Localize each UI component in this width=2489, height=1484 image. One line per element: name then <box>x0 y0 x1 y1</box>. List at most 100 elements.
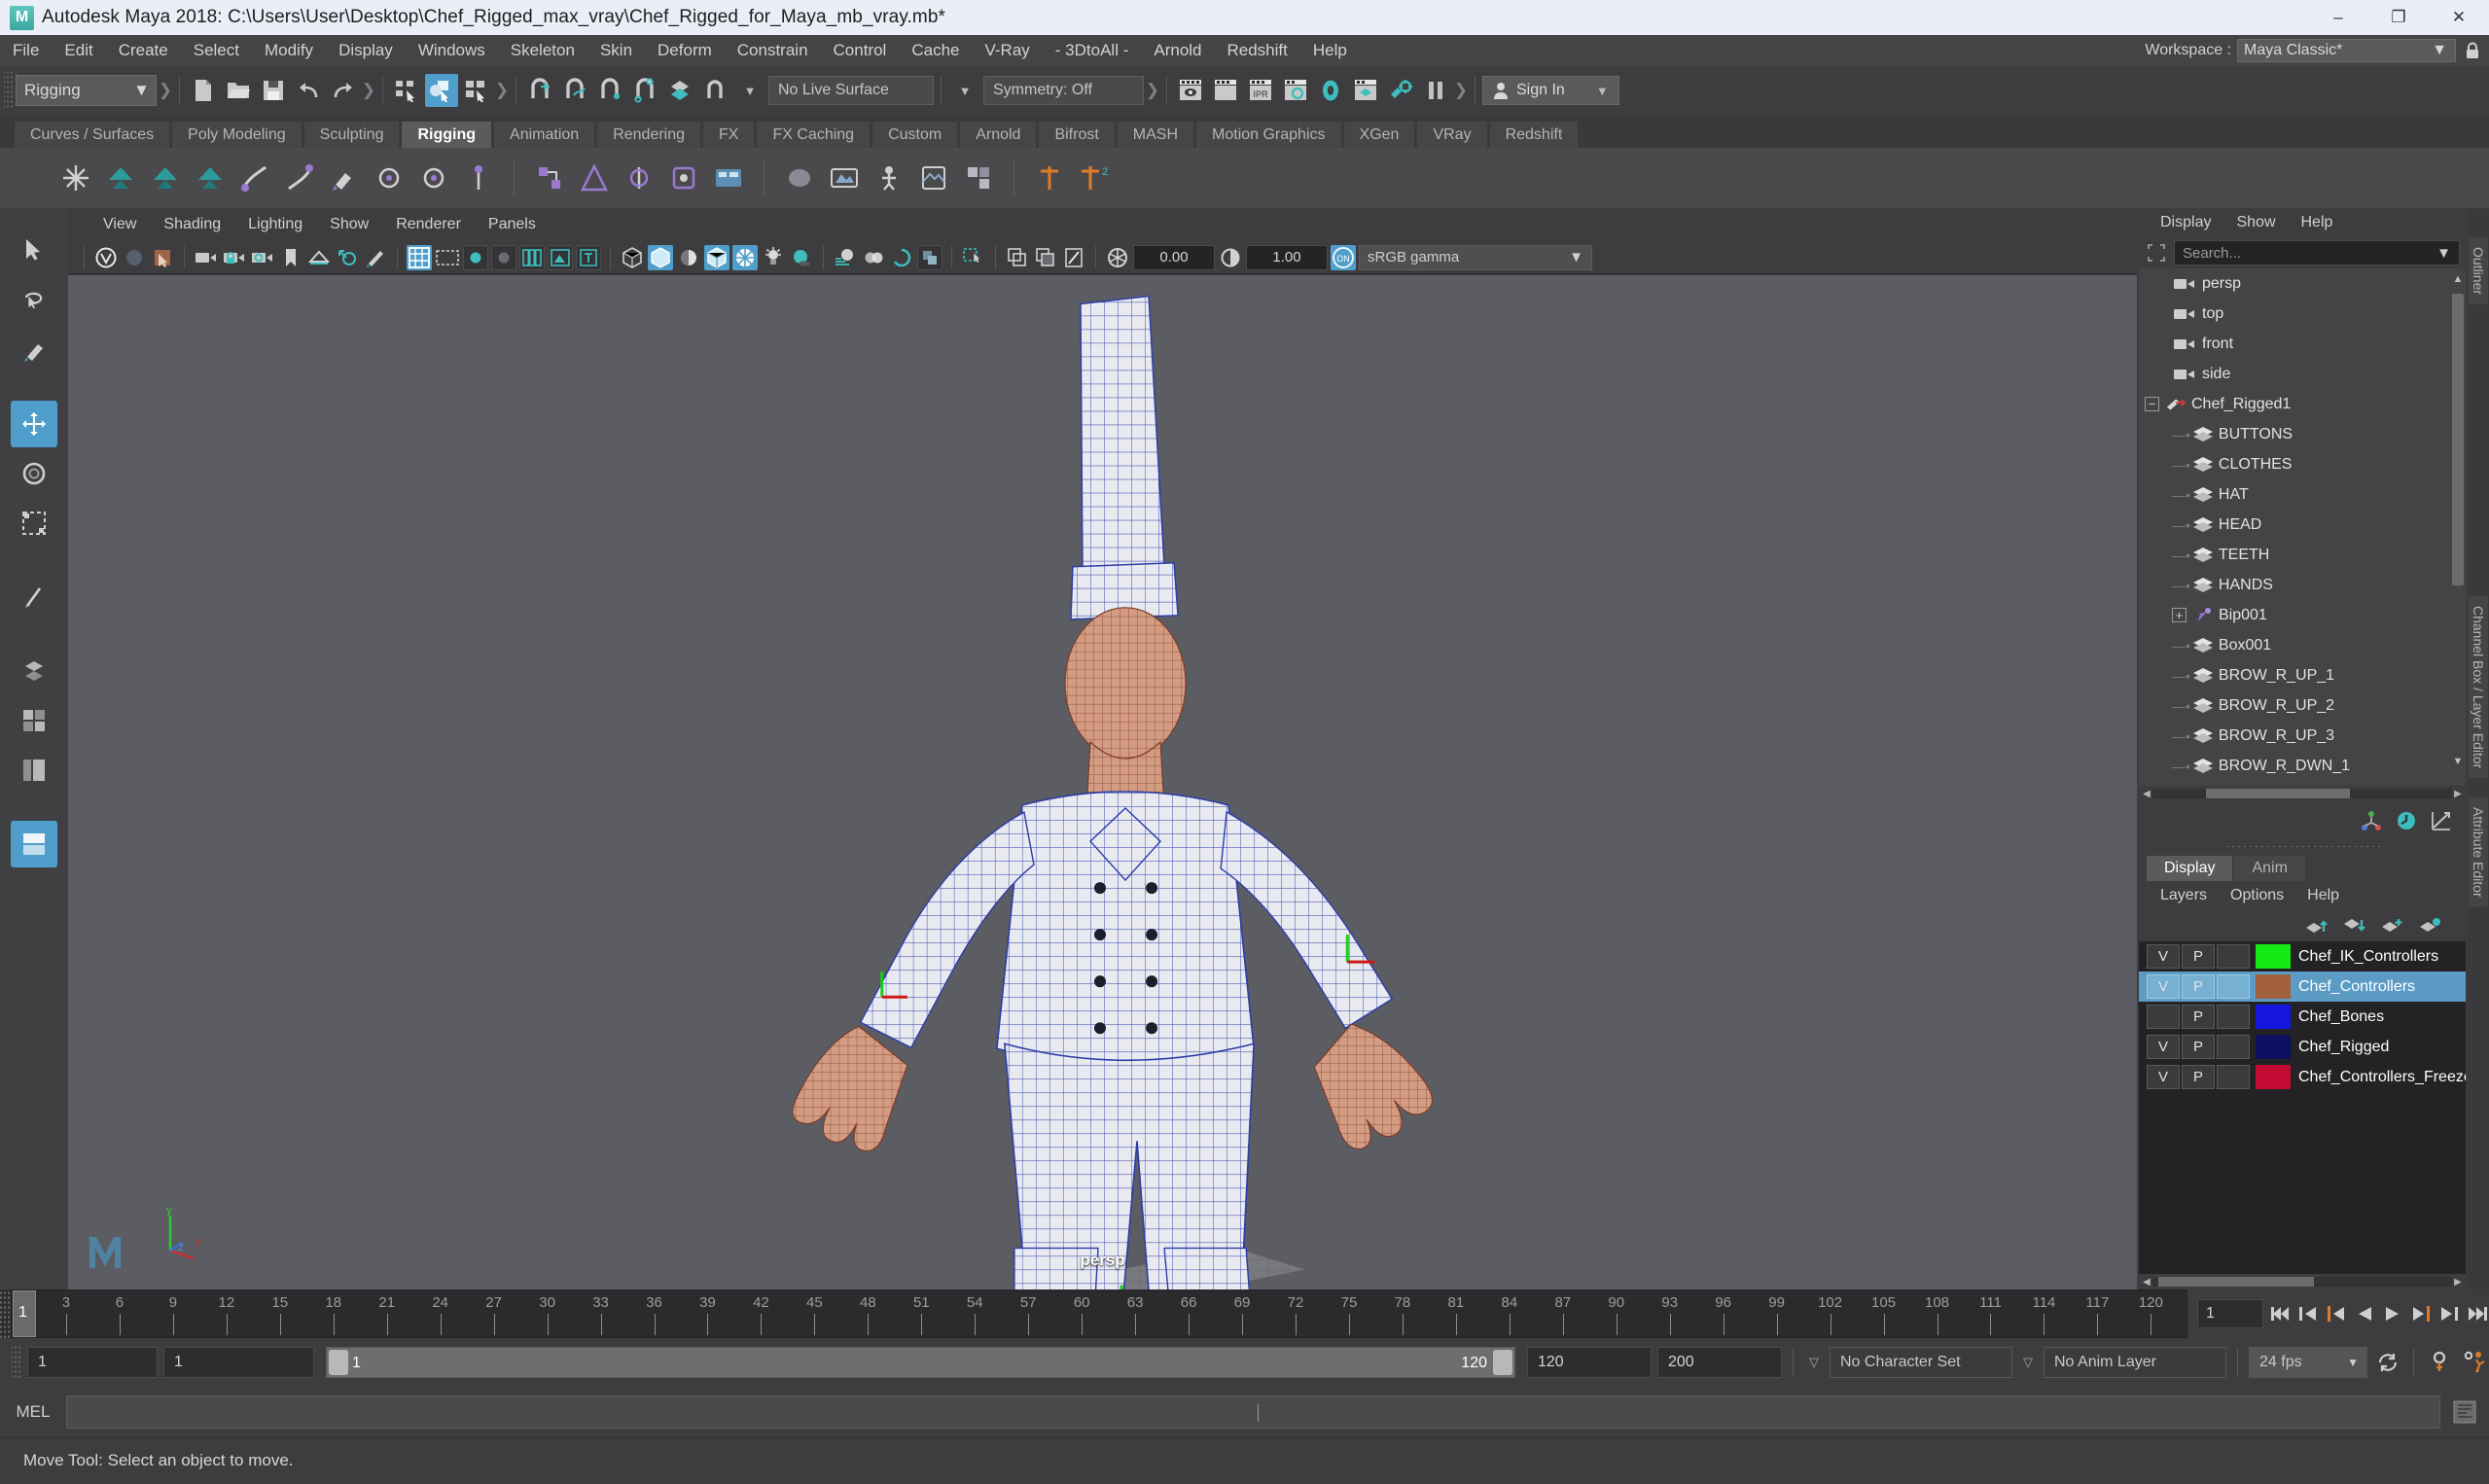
toolbar-collapse-arrow-4[interactable]: ❯ <box>1146 76 1159 105</box>
step-forward-frame-button[interactable] <box>2436 1300 2461 1327</box>
range-slider[interactable]: 1 120 <box>326 1347 1515 1378</box>
shelf-ik-handle-icon[interactable] <box>103 160 138 195</box>
shelf-tab-poly-modeling[interactable]: Poly Modeling <box>171 121 302 148</box>
render-current-frame-button[interactable] <box>1174 74 1207 107</box>
live-surface-field[interactable]: No Live Surface <box>768 76 934 105</box>
display-layer-row[interactable]: V P Chef_Rigged <box>2139 1032 2466 1062</box>
hypershade-button[interactable] <box>1314 74 1347 107</box>
shelf-ik-spline-icon[interactable] <box>148 160 183 195</box>
shelf-tab-rendering[interactable]: Rendering <box>596 121 702 148</box>
layer-color-swatch[interactable] <box>2256 1005 2291 1029</box>
outliner-item-teeth[interactable]: —• TEETH <box>2139 540 2466 570</box>
hscroll-thumb[interactable] <box>2206 789 2351 798</box>
shelf-wire-tool-icon[interactable] <box>461 160 496 195</box>
menu-item-constrain[interactable]: Constrain <box>725 35 821 66</box>
workspace-dropdown[interactable]: Maya Classic* ▼ <box>2237 39 2456 62</box>
new-layer-button[interactable] <box>2379 915 2404 936</box>
shelf-tab-animation[interactable]: Animation <box>493 121 596 148</box>
viewport-menu-renderer[interactable]: Renderer <box>382 208 475 241</box>
outliner-menu-help[interactable]: Help <box>2290 208 2345 237</box>
persp-outliner-layout[interactable] <box>11 747 57 794</box>
previous-key-button[interactable] <box>2324 1300 2348 1327</box>
layer-tab-anim[interactable]: Anim <box>2234 856 2305 881</box>
exposure-icon[interactable] <box>1105 245 1130 270</box>
menu-item-deform[interactable]: Deform <box>645 35 725 66</box>
twopoint-resolution-icon[interactable] <box>335 245 360 270</box>
xray-active-components-icon[interactable] <box>1033 245 1058 270</box>
xray-joints-display-icon[interactable] <box>1061 245 1086 270</box>
character-set-field[interactable]: No Character Set <box>1830 1347 2012 1378</box>
select-tool[interactable] <box>11 228 57 274</box>
playback-loop-button[interactable] <box>2373 1349 2402 1376</box>
layer-tab-display[interactable]: Display <box>2147 856 2233 881</box>
viewport-menu-shading[interactable]: Shading <box>150 208 234 241</box>
menu-item-3dtoall[interactable]: - 3DtoAll - <box>1043 35 1142 66</box>
viewport-menu-lighting[interactable]: Lighting <box>234 208 316 241</box>
outliner-tree[interactable]: persp top front side − Chef_Rigged1 —• BUTTONS —… <box>2139 268 2466 786</box>
shelf-move-keyframe-icon[interactable] <box>1032 160 1067 195</box>
wireframe-shading-icon[interactable] <box>620 245 645 270</box>
layer-visibility-toggle[interactable]: V <box>2147 974 2180 999</box>
outliner-item-head[interactable]: —• HEAD <box>2139 510 2466 540</box>
color-management-toggle[interactable]: ON <box>1331 244 1356 270</box>
viewport-menu-show[interactable]: Show <box>316 208 382 241</box>
menu-item-create[interactable]: Create <box>106 35 181 66</box>
range-slider-right-handle[interactable] <box>1493 1350 1512 1375</box>
character-set-dropdown-arrow[interactable]: ▽ <box>1804 1353 1824 1372</box>
layer-playback-toggle[interactable]: P <box>2182 974 2215 999</box>
render-view-button[interactable] <box>1349 74 1382 107</box>
layer-display-type-toggle[interactable] <box>2217 1065 2250 1089</box>
outliner-scrollbar[interactable]: ▲ ▼ <box>2452 272 2464 768</box>
select-hierarchy-button[interactable] <box>390 74 423 107</box>
reset-filter-icon[interactable] <box>2145 241 2168 265</box>
menu-item-arnold[interactable]: Arnold <box>1141 35 1214 66</box>
menu-item-display[interactable]: Display <box>326 35 406 66</box>
persp-graph-editor-layout[interactable] <box>11 821 57 867</box>
scroll-thumb[interactable] <box>2452 294 2464 585</box>
anim-layer-dropdown-arrow[interactable]: ▽ <box>2018 1353 2038 1372</box>
shelf-tab-vray[interactable]: VRay <box>1416 121 1488 148</box>
current-frame-field[interactable]: 1 <box>2197 1299 2263 1328</box>
shadows-icon[interactable] <box>789 245 814 270</box>
new-layer-from-selected-button[interactable] <box>2417 915 2442 936</box>
menu-item-help[interactable]: Help <box>1300 35 1360 66</box>
go-to-end-button[interactable] <box>2465 1300 2489 1327</box>
animation-end-time-field[interactable]: 200 <box>1657 1347 1782 1378</box>
close-button[interactable]: ✕ <box>2429 0 2489 35</box>
expand-toggle-icon[interactable]: + <box>2172 608 2187 622</box>
shelf-pose-editor-icon[interactable] <box>871 160 907 195</box>
shelf-cluster-icon[interactable] <box>372 160 407 195</box>
ambient-occlusion-icon[interactable] <box>889 245 914 270</box>
xray-display-icon[interactable] <box>1005 245 1030 270</box>
script-editor-button[interactable] <box>2448 1396 2481 1428</box>
layer-playback-toggle[interactable]: P <box>2182 1005 2215 1029</box>
bookmark-icon[interactable] <box>278 245 303 270</box>
live-surface-dropdown-arrow[interactable]: ▼ <box>733 74 766 107</box>
outliner-item-chef_rigged1[interactable]: − Chef_Rigged1 <box>2139 389 2466 419</box>
time-slider-gripper[interactable] <box>0 1290 12 1338</box>
display-layer-row[interactable]: P Chef_Bones <box>2139 1002 2466 1032</box>
scroll-down-arrow[interactable]: ▼ <box>2452 755 2464 768</box>
motion-blur-icon[interactable] <box>833 245 858 270</box>
scale-tool[interactable] <box>11 500 57 547</box>
chevron-down-icon[interactable]: ▼ <box>2436 245 2451 262</box>
scroll-up-arrow[interactable]: ▲ <box>2452 272 2464 286</box>
hscroll-track[interactable] <box>2152 789 2452 798</box>
redo-render-button[interactable] <box>1209 74 1242 107</box>
shelf-joint-tool-icon[interactable] <box>58 160 93 195</box>
undo-button[interactable] <box>292 74 325 107</box>
layer-display-type-toggle[interactable] <box>2217 974 2250 999</box>
snap-to-grid-button[interactable] <box>523 74 556 107</box>
layer-color-swatch[interactable] <box>2256 1035 2291 1059</box>
toolbar-gripper[interactable] <box>4 71 14 110</box>
anti-alias-icon[interactable] <box>917 244 942 270</box>
shelf-shape-editor-icon[interactable] <box>916 160 951 195</box>
last-tool-used[interactable] <box>11 574 57 620</box>
new-scene-button[interactable] <box>187 74 220 107</box>
vray-render-icon[interactable] <box>93 245 119 270</box>
shelf-tab-fx[interactable]: FX <box>702 121 756 148</box>
display-layer-list[interactable]: V P Chef_IK_Controllers V P Chef_Controllers P… <box>2139 941 2466 1274</box>
outliner-hscrollbar[interactable]: ◀ ▶ <box>2137 786 2468 801</box>
menu-item-control[interactable]: Control <box>821 35 900 66</box>
shelf-set-key-icon[interactable]: 2 <box>1077 160 1112 195</box>
